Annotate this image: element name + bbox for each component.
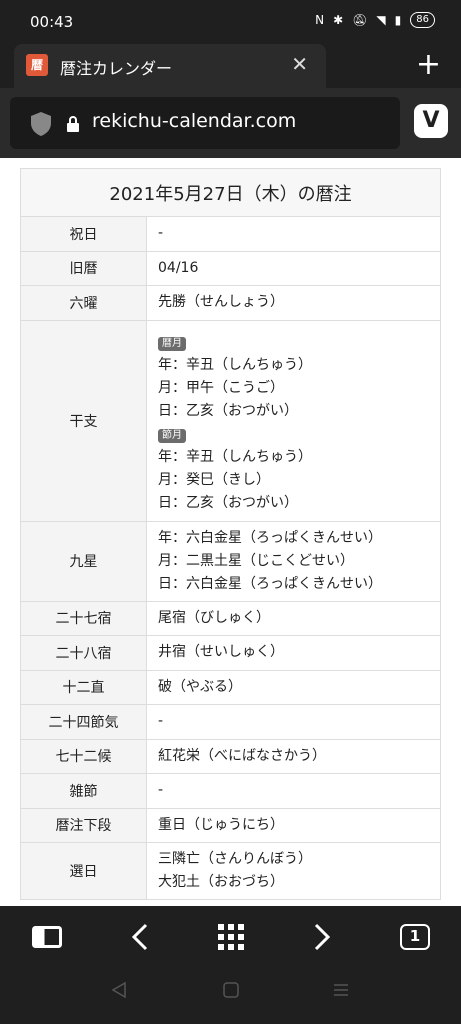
kyusei-line: 年：六白金星（ろっぱくきんせい） — [158, 529, 382, 546]
kanshi-line: 月：甲午（こうご） — [158, 379, 284, 396]
kyusei-line: 月：二黒土星（じこくどせい） — [158, 552, 354, 569]
row-key: 七十二候 — [20, 738, 147, 774]
table-row: 雑節 - — [20, 773, 441, 809]
table-row: 選日 三隣亡（さんりんぼう） 大犯土（おおづち） — [20, 842, 441, 900]
favicon-icon: 暦 — [26, 54, 48, 76]
row-value: 井宿（せいしゅく） — [146, 635, 441, 671]
system-back-icon[interactable] — [110, 981, 128, 999]
kyusei-line: 日：六白金星（ろっぱくきんせい） — [158, 575, 382, 592]
new-tab-button[interactable]: + — [416, 50, 441, 80]
status-bar: 00:43 N ✱ 🔕︎ ◥ ▮ 86 — [0, 0, 461, 44]
vivaldi-menu-button[interactable]: V — [414, 104, 448, 138]
rekichu-table: 2021年5月27日（木）の暦注 祝日 - 旧暦 04/16 六曜 先勝（せんしょう）… — [20, 168, 441, 900]
row-value: 先勝（せんしょう） — [146, 285, 441, 321]
row-value: 04/16 — [146, 250, 441, 286]
row-key: 二十七宿 — [20, 600, 147, 636]
table-row: 十二直 破（やぶる） — [20, 669, 441, 705]
row-value: 重日（じゅうにち） — [146, 807, 441, 843]
page-title: 2021年5月27日（木）の暦注 — [20, 168, 441, 217]
row-value: - — [146, 773, 441, 809]
lock-icon — [67, 116, 79, 132]
system-home-icon[interactable] — [222, 981, 240, 999]
close-tab-icon[interactable]: ✕ — [291, 52, 308, 76]
row-value: - — [146, 216, 441, 252]
table-row: 干支 暦月 年：辛丑（しんちゅう） 月：甲午（こうご） 日：乙亥（おつがい） 節… — [20, 319, 441, 522]
row-value: 尾宿（びしゅく） — [146, 600, 441, 636]
table-row: 二十八宿 井宿（せいしゅく） — [20, 635, 441, 671]
shield-icon[interactable] — [30, 111, 52, 137]
table-row: 七十二候 紅花栄（べにばなさかう） — [20, 738, 441, 774]
table-row: 二十七宿 尾宿（びしゅく） — [20, 600, 441, 636]
signal-icon: ▮ — [394, 13, 402, 27]
row-key: 九星 — [20, 520, 147, 602]
forward-icon[interactable] — [312, 922, 332, 952]
row-value: 暦月 年：辛丑（しんちゅう） 月：甲午（こうご） 日：乙亥（おつがい） 節月 年… — [146, 319, 441, 522]
row-key: 雑節 — [20, 773, 147, 809]
url-field[interactable]: rekichu-calendar.com — [10, 97, 400, 149]
tab-title: 暦注カレンダー — [60, 59, 173, 78]
system-recents-icon[interactable] — [332, 981, 350, 999]
sensu-line: 大犯土（おおづち） — [158, 874, 284, 890]
table-row: 祝日 - — [20, 216, 441, 252]
tab-switcher-button[interactable]: 1 — [400, 924, 430, 950]
clock: 00:43 — [30, 13, 74, 31]
address-bar: rekichu-calendar.com V — [0, 88, 461, 158]
tab-strip: 暦 暦注カレンダー ✕ — [0, 44, 461, 88]
kanshi-line: 日：乙亥（おつがい） — [158, 494, 298, 511]
status-icons: N ✱ 🔕︎ ◥ ▮ 86 — [315, 12, 435, 28]
mute-icon: 🔕︎ — [352, 13, 368, 27]
browser-bottom-bar: 1 — [0, 906, 461, 1024]
row-value: 紅花栄（べにばなさかう） — [146, 738, 441, 774]
row-key: 二十四節気 — [20, 704, 147, 740]
row-key: 六曜 — [20, 285, 147, 321]
sensu-line: 三隣亡（さんりんぼう） — [158, 851, 312, 867]
row-key: 干支 — [20, 319, 147, 522]
row-key: 十二直 — [20, 669, 147, 705]
nfc-icon: N — [315, 13, 325, 27]
kanshi-line: 年：辛丑（しんちゅう） — [158, 448, 312, 465]
table-row: 二十四節気 - — [20, 704, 441, 740]
row-key: 選日 — [20, 842, 147, 900]
row-value: 三隣亡（さんりんぼう） 大犯土（おおづち） — [146, 842, 441, 900]
kanshi-line: 日：乙亥（おつがい） — [158, 402, 298, 419]
row-key: 暦注下段 — [20, 807, 147, 843]
speed-dial-icon[interactable] — [218, 924, 244, 950]
row-value: 年：六白金星（ろっぱくきんせい） 月：二黒土星（じこくどせい） 日：六白金星（ろ… — [146, 520, 441, 602]
row-key: 旧暦 — [20, 250, 147, 286]
back-icon[interactable] — [130, 922, 150, 952]
row-value: - — [146, 704, 441, 740]
row-key: 二十八宿 — [20, 635, 147, 671]
kanshi-line: 年：辛丑（しんちゅう） — [158, 356, 312, 373]
kanshi-line: 月：癸巳（きし） — [158, 471, 270, 488]
bluetooth-icon: ✱ — [333, 13, 344, 27]
wifi-icon: ◥ — [376, 13, 386, 27]
panel-icon[interactable] — [32, 926, 62, 948]
badge-rekigetsu: 暦月 — [158, 336, 186, 351]
table-row: 暦注下段 重日（じゅうにち） — [20, 807, 441, 843]
page-content: 2021年5月27日（木）の暦注 祝日 - 旧暦 04/16 六曜 先勝（せんしょう）… — [0, 158, 461, 906]
table-row: 旧暦 04/16 — [20, 250, 441, 286]
battery-icon: 86 — [410, 12, 435, 28]
table-row: 九星 年：六白金星（ろっぱくきんせい） 月：二黒土星（じこくどせい） 日：六白金… — [20, 520, 441, 602]
url-text: rekichu-calendar.com — [92, 110, 297, 132]
table-row: 六曜 先勝（せんしょう） — [20, 285, 441, 321]
row-key: 祝日 — [20, 216, 147, 252]
row-value: 破（やぶる） — [146, 669, 441, 705]
badge-setsugetsu: 節月 — [158, 428, 186, 443]
browser-tab[interactable]: 暦 暦注カレンダー ✕ — [14, 44, 326, 88]
